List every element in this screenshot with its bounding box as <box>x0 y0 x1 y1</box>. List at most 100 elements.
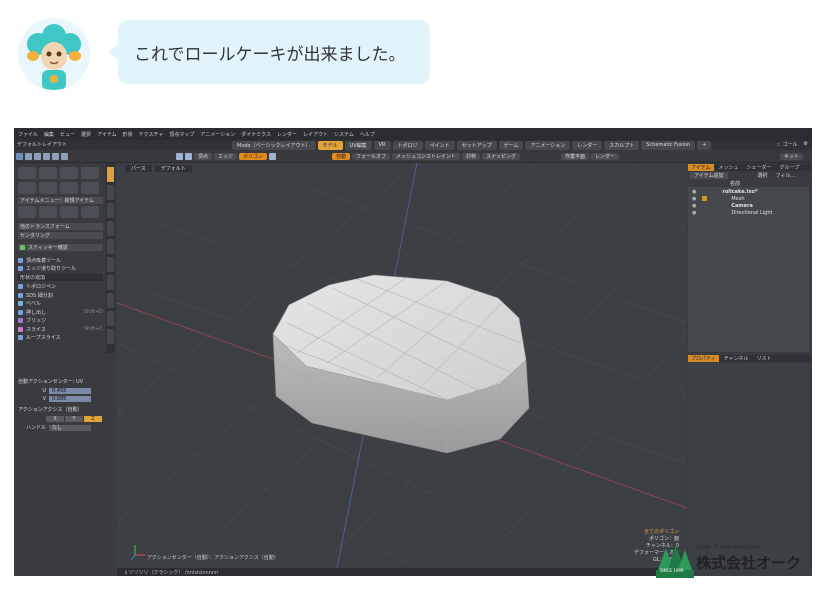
polygon-mode-button[interactable]: ポリゴン <box>239 152 268 160</box>
mode-tab[interactable]: UV編集 <box>344 141 372 150</box>
auto-action-center-button[interactable]: 自動 <box>332 152 351 160</box>
item-menu-dropdown[interactable]: アイテムメニュー：新規アイテム <box>18 197 103 204</box>
element-move-icon[interactable] <box>61 152 68 160</box>
menu-item[interactable]: 頂点マップ <box>169 131 194 138</box>
sphere-icon[interactable] <box>39 167 57 179</box>
transform-tool-icon[interactable] <box>52 152 59 160</box>
light-icon[interactable] <box>60 206 78 218</box>
mode-tab[interactable]: セットアップ <box>456 141 497 150</box>
menu-item[interactable]: レイアウト <box>303 131 328 138</box>
eye-icon[interactable]: ● <box>692 196 696 202</box>
scene-row-rollcake[interactable]: ● rollcake.lxo* <box>688 188 809 195</box>
tab-items[interactable]: アイテム <box>688 164 714 171</box>
workplane-button[interactable]: 作業平面 <box>561 152 590 160</box>
axis-button[interactable]: Y <box>65 415 83 422</box>
menu-item[interactable]: ヘルプ <box>360 131 375 138</box>
vertex-snap-tool[interactable]: 頂点吸着ツール <box>18 257 103 264</box>
tool-item[interactable]: スライス Shift+C <box>18 326 103 333</box>
tool-item[interactable]: ループスライス <box>18 334 103 341</box>
material-mode-icon[interactable] <box>269 152 277 160</box>
default-shading-tab[interactable]: デフォルト <box>154 165 192 172</box>
edge-mode-button[interactable]: エッジ <box>214 152 238 160</box>
symmetry-button[interactable]: 対称 <box>461 152 480 160</box>
perspective-tab[interactable]: パース <box>125 165 152 172</box>
menu-item[interactable]: 選択 <box>81 131 91 138</box>
vertical-tab[interactable] <box>107 311 114 326</box>
scene-row-mesh[interactable]: ● Mesh <box>688 195 809 202</box>
filter-dropdown[interactable]: フィル... <box>776 172 796 179</box>
goal-button[interactable]: ☆ ゴール <box>776 141 797 148</box>
gear-icon[interactable]: ⚙ <box>804 141 808 148</box>
axis-button[interactable]: Z <box>84 415 102 422</box>
handle-dropdown[interactable]: なし <box>49 424 91 431</box>
menu-item[interactable]: アニメーション <box>200 131 235 138</box>
scene-row-camera[interactable]: ● Camera <box>688 202 809 209</box>
menu-item[interactable]: レンダー <box>277 131 297 138</box>
vertical-tab[interactable] <box>107 239 114 254</box>
vertical-tab[interactable] <box>107 257 114 272</box>
cube-icon[interactable] <box>18 167 36 179</box>
mode-tab[interactable]: Schematic Fusion <box>641 141 696 150</box>
mode-tab[interactable]: アニメーション <box>525 141 571 150</box>
menu-item[interactable]: ビュー <box>60 131 75 138</box>
tool-item[interactable]: ブリッジ <box>18 317 103 324</box>
tab-list[interactable]: リスト <box>754 355 775 362</box>
mode-tab[interactable]: ゲーム <box>498 141 524 150</box>
cone-icon[interactable] <box>81 167 99 179</box>
select-dropdown[interactable]: 選択 <box>758 172 768 179</box>
mode-tab[interactable]: スカルプト <box>604 141 640 150</box>
tab-mesh[interactable]: メッシュ <box>716 164 742 171</box>
vertex-mode-icon[interactable] <box>185 152 192 160</box>
tab-channels[interactable]: チャンネル <box>721 355 752 362</box>
3d-viewport[interactable]: パース デフォルト アクションセンター（自動）：アクションアクシス（自動） 全て… <box>117 163 687 568</box>
camera-icon[interactable] <box>81 206 99 218</box>
vertical-tab[interactable] <box>107 329 114 344</box>
layout-selector[interactable]: デフォルトレイアウト <box>17 141 67 148</box>
tool-item[interactable]: SDS 細分割 <box>18 292 103 299</box>
rotate-tool-icon[interactable] <box>34 152 41 160</box>
kit-button[interactable]: キット <box>780 152 804 160</box>
menu-item[interactable]: システム <box>334 131 354 138</box>
viewport-canvas[interactable] <box>117 163 687 568</box>
scale-tool-icon[interactable] <box>43 152 50 160</box>
vertical-tab[interactable] <box>107 185 114 200</box>
centering-dropdown[interactable]: センタリング <box>18 232 103 239</box>
snapping-button[interactable]: スナッピング <box>481 152 520 160</box>
menu-item[interactable]: 編集 <box>44 131 54 138</box>
tab-properties[interactable]: プロパティ <box>688 355 719 362</box>
tool-item[interactable]: 押し出し Shift+D <box>18 309 103 316</box>
menu-item[interactable]: ファイル <box>18 131 38 138</box>
tool-item[interactable]: トポロジペン <box>18 283 103 290</box>
scene-row-light[interactable]: ● Directional Light <box>688 209 809 216</box>
mode-tab[interactable]: レンダー <box>572 141 603 150</box>
menu-item[interactable]: テクスチャ <box>139 131 164 138</box>
figure-icon[interactable] <box>39 206 57 218</box>
rollcake-mesh[interactable] <box>272 274 530 454</box>
vertical-tab[interactable] <box>107 203 114 218</box>
wedge-icon[interactable] <box>60 182 78 194</box>
render-button[interactable]: レンダー <box>591 152 620 160</box>
torus-icon[interactable] <box>18 182 36 194</box>
eye-icon[interactable]: ● <box>692 203 696 209</box>
eye-icon[interactable]: ● <box>692 210 696 216</box>
transform-dropdown[interactable]: 他のトランスフォーム <box>18 223 103 230</box>
menu-item[interactable]: ダイナミクス <box>241 131 271 138</box>
eye-icon[interactable]: ● <box>692 189 696 195</box>
mode-tab[interactable]: VR <box>373 141 391 150</box>
vertical-tab[interactable] <box>107 275 114 290</box>
menu-item[interactable]: アイテム <box>97 131 117 138</box>
select-tool-icon[interactable] <box>16 152 23 160</box>
u-value-input[interactable]: 0.455 <box>49 387 91 394</box>
shape-add-header[interactable]: 形状の追加 <box>18 274 103 281</box>
mode-tab[interactable]: Modo（ベーシックレイアウト） <box>232 141 316 150</box>
mode-tab[interactable]: モデル <box>317 141 343 150</box>
mesh-constraint-button[interactable]: メッシュコンストレイント <box>392 152 460 160</box>
locator-icon[interactable] <box>18 206 36 218</box>
vertex-mode-button[interactable]: 頂点 <box>194 152 213 160</box>
cylinder-icon[interactable] <box>60 167 78 179</box>
item-mode-icon[interactable] <box>176 152 183 160</box>
mode-tab[interactable]: + <box>697 141 712 150</box>
text-tool-icon[interactable] <box>81 182 99 194</box>
falloff-button[interactable]: フォールオフ <box>352 152 391 160</box>
pen-icon[interactable] <box>39 182 57 194</box>
